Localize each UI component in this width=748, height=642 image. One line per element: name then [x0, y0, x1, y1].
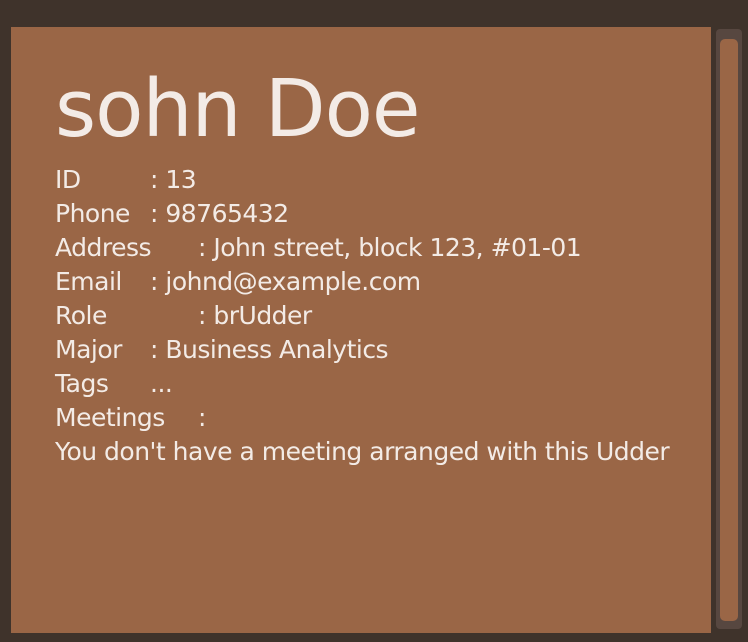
field-label-phone: Phone — [55, 199, 130, 228]
person-detail-content: sohn Doe ID : 13 Phone : 98765432 Addres… — [55, 59, 670, 469]
field-value-major: : Business Analytics — [150, 335, 389, 364]
field-label-role: Role — [55, 301, 107, 330]
scrollbar-thumb[interactable] — [720, 39, 738, 621]
person-name: sohn Doe — [55, 63, 421, 155]
field-row-address: Address : John street, block 123, #01-01 — [55, 231, 669, 265]
app-window: sohn Doe ID : 13 Phone : 98765432 Addres… — [0, 0, 748, 642]
person-detail-panel: sohn Doe ID : 13 Phone : 98765432 Addres… — [11, 27, 711, 633]
field-label-tags: Tags — [55, 369, 109, 398]
field-value-email: : johnd@example.com — [150, 267, 421, 296]
field-row-phone: Phone : 98765432 — [55, 197, 669, 231]
meeting-note: You don't have a meeting arranged with t… — [55, 437, 670, 466]
field-value-address: : John street, block 123, #01-01 — [198, 233, 582, 262]
field-value-meetings: : — [198, 403, 206, 432]
field-label-major: Major — [55, 335, 122, 364]
field-label-address: Address — [55, 233, 152, 262]
field-value-phone: : 98765432 — [150, 199, 289, 228]
field-row-email: Email : johnd@example.com — [55, 265, 669, 299]
field-value-id: : 13 — [150, 165, 197, 194]
field-row-tags: Tags ... — [55, 367, 669, 401]
field-label-email: Email — [55, 267, 122, 296]
field-row-major: Major : Business Analytics — [55, 333, 669, 367]
field-row-role: Role : brUdder — [55, 299, 669, 333]
field-row-id: ID : 13 — [55, 163, 669, 197]
field-label-id: ID — [55, 165, 81, 194]
field-value-role: : brUdder — [198, 301, 312, 330]
field-row-meetings: Meetings : — [55, 401, 669, 435]
field-label-meetings: Meetings — [55, 403, 165, 432]
field-value-tags: ... — [150, 369, 173, 398]
field-list: ID : 13 Phone : 98765432 Address : John … — [55, 163, 670, 469]
